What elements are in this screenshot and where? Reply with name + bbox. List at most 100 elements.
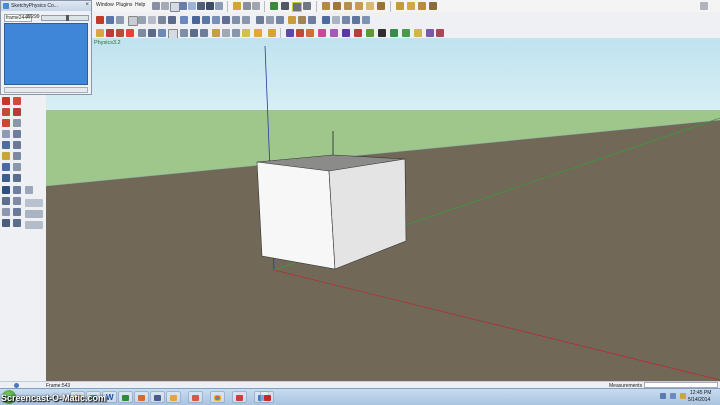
left-paint-icon[interactable]: [2, 108, 10, 116]
zoom-extents-icon[interactable]: [362, 16, 370, 24]
tracer-icon[interactable]: [429, 2, 437, 10]
physics-fixed-icon[interactable]: [378, 29, 386, 37]
physics-settings-icon[interactable]: [286, 29, 294, 37]
left-zoom-icon[interactable]: [2, 174, 10, 182]
servo-icon[interactable]: [252, 2, 260, 10]
left-front-icon[interactable]: [25, 199, 43, 207]
rotate-icon[interactable]: [212, 16, 220, 24]
left-walkthrough-icon[interactable]: [2, 219, 10, 227]
display-section-icon[interactable]: [180, 29, 188, 37]
drape-icon[interactable]: [126, 29, 134, 37]
left-orbit-icon[interactable]: [2, 163, 10, 171]
cylinder-icon[interactable]: [344, 2, 352, 10]
cube-xray-icon[interactable]: [215, 2, 223, 10]
tape-measure-icon[interactable]: [256, 16, 264, 24]
left-search-icon[interactable]: [2, 186, 10, 194]
extra-tool-icon[interactable]: [700, 2, 708, 10]
left-top-icon[interactable]: [13, 197, 21, 205]
taskbar-sketchup[interactable]: [232, 391, 247, 403]
physics-gear-icon[interactable]: [318, 29, 326, 37]
left-rectangle-icon[interactable]: [2, 130, 10, 138]
box-shape-icon[interactable]: [333, 2, 341, 10]
left-circle-icon[interactable]: [13, 130, 21, 138]
left-iso-icon[interactable]: [2, 197, 10, 205]
magnet-icon[interactable]: [396, 2, 404, 10]
scale-icon[interactable]: [232, 16, 240, 24]
section-cut-icon[interactable]: [190, 29, 198, 37]
previous-view-icon[interactable]: [254, 29, 262, 37]
line-icon[interactable]: [138, 16, 146, 24]
sphere-icon[interactable]: [322, 2, 330, 10]
panel-title-bar[interactable]: SketchyPhysics Co... ×: [1, 1, 91, 11]
left-style-icon[interactable]: [25, 221, 43, 229]
position-camera-icon[interactable]: [242, 29, 250, 37]
horizontal-scrollbar[interactable]: [4, 87, 88, 93]
add-detail-icon[interactable]: [158, 29, 166, 37]
close-icon[interactable]: ×: [85, 2, 89, 8]
stamp-icon[interactable]: [116, 29, 124, 37]
left-tape-icon[interactable]: [2, 152, 10, 160]
circle-icon[interactable]: [148, 16, 156, 24]
zoom-icon[interactable]: [342, 16, 350, 24]
paint-bucket-icon[interactable]: [96, 29, 104, 37]
physics-joint-icon[interactable]: [306, 29, 314, 37]
cone-icon[interactable]: [355, 2, 363, 10]
walk-icon[interactable]: [222, 29, 230, 37]
look-around-icon[interactable]: [232, 29, 240, 37]
zoom-window-icon[interactable]: [352, 16, 360, 24]
left-right-icon[interactable]: [2, 208, 10, 216]
tray-volume-icon[interactable]: [670, 393, 676, 399]
left-eraser-icon[interactable]: [13, 108, 21, 116]
3d-text-icon[interactable]: [308, 16, 316, 24]
offset-icon[interactable]: [242, 16, 250, 24]
left-pushpull-icon[interactable]: [2, 141, 10, 149]
taskbar-powerpoint[interactable]: [134, 391, 149, 403]
protractor-icon[interactable]: [276, 16, 284, 24]
chamfer-icon[interactable]: [377, 2, 385, 10]
taskbar-video[interactable]: [150, 391, 165, 403]
clock-date[interactable]: 5/14/2014: [688, 397, 710, 403]
capsule-icon[interactable]: [366, 2, 374, 10]
clock-time[interactable]: 12:45 PM: [690, 390, 711, 396]
rewind-icon[interactable]: [281, 2, 289, 10]
physics-corkscrew-icon[interactable]: [414, 29, 422, 37]
left-pan-icon[interactable]: [13, 163, 21, 171]
tray-flag-icon[interactable]: [680, 393, 686, 399]
pause-icon[interactable]: [303, 2, 311, 10]
axes-icon[interactable]: [298, 16, 306, 24]
smoove-icon[interactable]: [138, 29, 146, 37]
physics-script-icon[interactable]: [436, 29, 444, 37]
move-icon[interactable]: [202, 16, 210, 24]
cube-light-icon[interactable]: [188, 2, 196, 10]
left-zoom-extents-icon[interactable]: [13, 174, 21, 182]
push-pull-icon[interactable]: [192, 16, 200, 24]
left-line-icon[interactable]: [2, 119, 10, 127]
physics-slider-icon[interactable]: [354, 29, 362, 37]
shadows-icon[interactable]: [200, 29, 208, 37]
physics-ball-icon[interactable]: [390, 29, 398, 37]
pan-icon[interactable]: [332, 16, 340, 24]
polygon-icon[interactable]: [168, 16, 176, 24]
hinge-icon[interactable]: [243, 2, 251, 10]
left-back-icon[interactable]: [13, 208, 21, 216]
component-icon[interactable]: [161, 2, 169, 10]
tray-network-icon[interactable]: [660, 393, 666, 399]
joint-icon[interactable]: [233, 2, 241, 10]
left-move-icon[interactable]: [13, 141, 21, 149]
cube-dark-icon[interactable]: [197, 2, 205, 10]
make-component-icon[interactable]: [106, 16, 114, 24]
taskbar-sketchup-physics[interactable]: [188, 391, 203, 403]
cube-solid-icon[interactable]: [206, 2, 214, 10]
record-icon[interactable]: [292, 2, 302, 12]
orbit-icon[interactable]: [322, 16, 330, 24]
sandbox-icon[interactable]: [106, 29, 114, 37]
thruster-icon[interactable]: [407, 2, 415, 10]
slider-thumb[interactable]: [66, 15, 69, 21]
physics-universal-icon[interactable]: [402, 29, 410, 37]
taskbar-screencast[interactable]: [260, 391, 274, 403]
cube-icon[interactable]: [179, 2, 187, 10]
left-left-icon[interactable]: [25, 210, 43, 218]
eraser-icon[interactable]: [116, 16, 124, 24]
left-select-icon[interactable]: [2, 97, 10, 105]
physics-piston-icon[interactable]: [366, 29, 374, 37]
